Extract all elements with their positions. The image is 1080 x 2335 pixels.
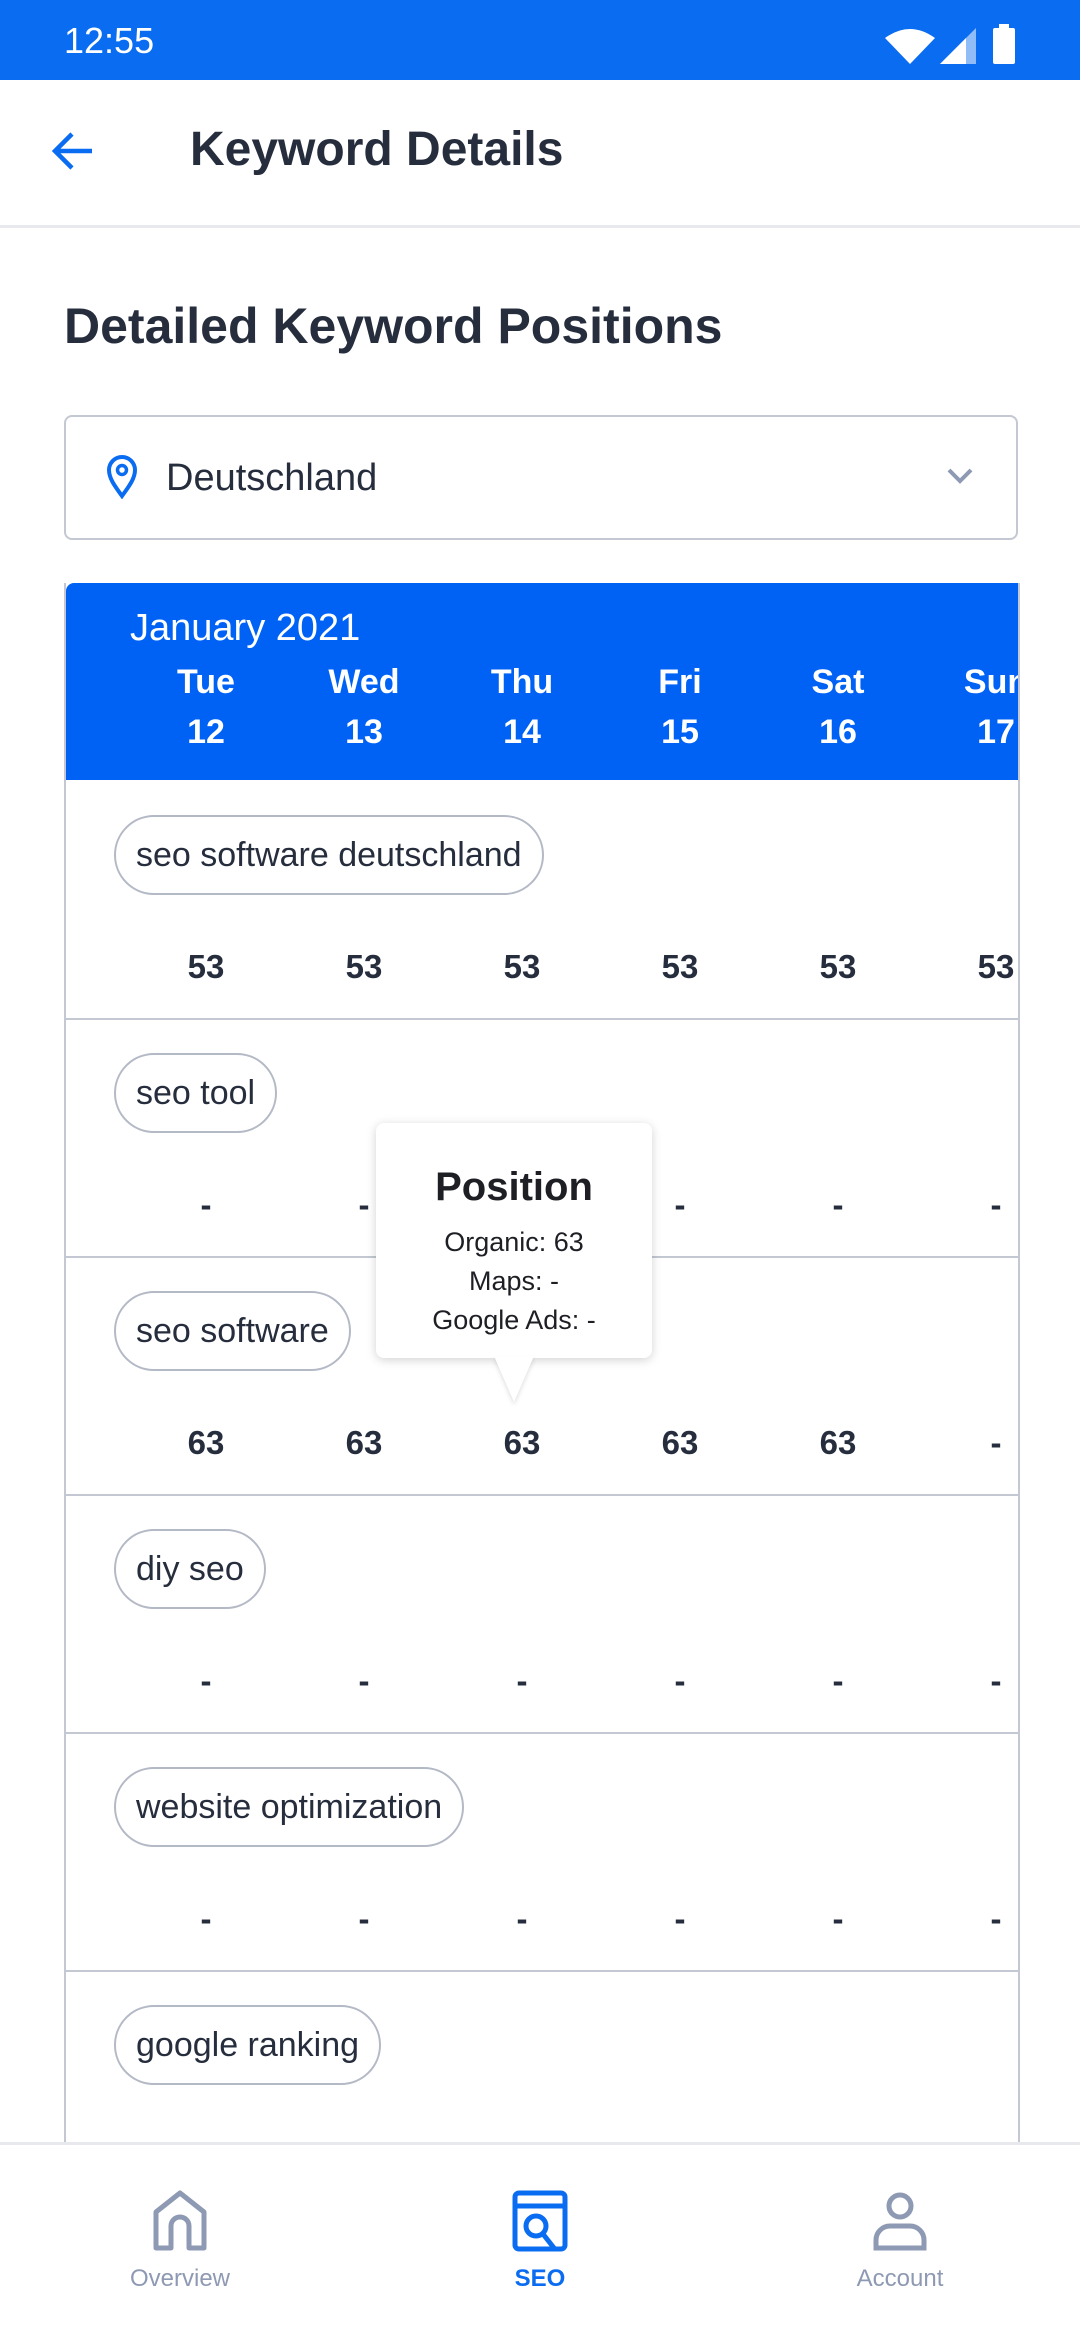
keyword-row: diy seo - - - - - - [66,1494,1018,1734]
tooltip-organic: Organic: 63 [444,1227,584,1257]
position-cell[interactable]: 53 [768,948,908,986]
position-cell[interactable]: - [452,1900,592,1938]
location-value: Deutschland [166,457,378,499]
position-cell[interactable]: - [294,1900,434,1938]
position-cell[interactable]: - [136,1186,276,1224]
bottom-nav: Overview SEO Account [0,2142,1080,2335]
day-name-wed: Wed [328,663,400,701]
keyword-chip[interactable]: seo tool [114,1053,278,1133]
position-cell[interactable]: - [294,1662,434,1700]
wifi-icon [885,29,935,64]
keyword-row: website optimization - - - - - - [66,1732,1018,1972]
day-name-sun: Sun [963,663,1018,701]
day-date: 13 [345,713,383,751]
tooltip-google-ads: Google Ads: - [432,1305,596,1335]
nav-label: Account [856,2265,944,2292]
day-date: 17 [977,713,1015,751]
position-cell[interactable]: 63 [610,1424,750,1462]
calendar-header: January 2021 Tue 12 Wed 13 Thu 14 Fri 15 Sat 16 Su… [66,583,1018,780]
keyword-row: seo software deutschland 53 53 53 53 53 53 [66,780,1018,1020]
position-cell[interactable]: 53 [136,948,276,986]
day-date: 15 [661,713,699,751]
keyword-chip[interactable]: google ranking [114,2005,382,2085]
home-icon [153,2190,207,2251]
chevron-down-icon [947,468,973,484]
nav-overview[interactable]: Overview [0,2145,360,2335]
arrow-left-icon[interactable] [50,128,96,174]
position-cell[interactable]: - [926,1900,1018,1938]
position-cell[interactable]: - [136,1900,276,1938]
tooltip-maps: Maps: - [468,1266,560,1296]
keyword-row: google ranking [66,1970,1018,2143]
keyword-positions-table: January 2021 Tue 12 Wed 13 Thu 14 Fri 15 Sat 16 Su… [64,583,1020,2143]
position-cell[interactable]: 63 [294,1424,434,1462]
keyword-chip[interactable]: seo software deutschland [114,815,544,895]
location-select[interactable]: Deutschland [64,415,1018,540]
location-pin-icon [106,455,138,499]
day-name-sat: Sat [811,663,865,701]
day-date: 14 [503,713,541,751]
position-cell[interactable]: - [768,1900,908,1938]
user-icon [873,2192,927,2251]
nav-label: SEO [514,2265,566,2292]
position-cell[interactable]: - [926,1424,1018,1462]
position-cell[interactable]: - [926,1662,1018,1700]
page-title: Keyword Details [190,123,564,176]
tooltip-title: Position [435,1165,593,1209]
day-date: 16 [819,713,857,751]
position-cell[interactable]: 63 [136,1424,276,1462]
calendar-month: January 2021 [130,607,361,649]
position-cell[interactable]: - [610,1662,750,1700]
battery-icon [993,24,1015,64]
position-cell[interactable]: 53 [452,948,592,986]
position-cell[interactable]: - [768,1186,908,1224]
position-cell[interactable]: 53 [926,948,1018,986]
position-cell[interactable]: - [610,1900,750,1938]
position-cell[interactable]: - [136,1662,276,1700]
position-tooltip: Position Organic: 63 Maps: - Google Ads:… [376,1123,652,1358]
day-name-thu: Thu [490,663,554,701]
status-time: 12:55 [64,20,155,61]
position-cell[interactable]: 63 [768,1424,908,1462]
nav-label: Overview [129,2265,231,2292]
nav-seo[interactable]: SEO [360,2145,720,2335]
position-cell[interactable]: 53 [294,948,434,986]
day-date: 12 [187,713,225,751]
keyword-chip[interactable]: seo software [114,1291,351,1371]
keyword-chip[interactable]: diy seo [114,1529,266,1609]
position-cell[interactable]: - [768,1662,908,1700]
position-cell[interactable]: 63 [452,1424,592,1462]
nav-account[interactable]: Account [720,2145,1080,2335]
position-cell[interactable]: 53 [610,948,750,986]
tooltip-arrow [494,1356,534,1402]
seo-search-icon [512,2190,568,2252]
app-bar: Keyword Details [0,80,1080,228]
status-bar: 12:55 [0,0,1080,80]
signal-icon [940,28,976,64]
position-cell[interactable]: - [452,1662,592,1700]
day-name-fri: Fri [658,663,702,701]
position-cell[interactable]: - [926,1186,1018,1224]
section-heading: Detailed Keyword Positions [64,298,723,354]
keyword-chip[interactable]: website optimization [114,1767,465,1847]
day-name-tue: Tue [177,663,235,701]
